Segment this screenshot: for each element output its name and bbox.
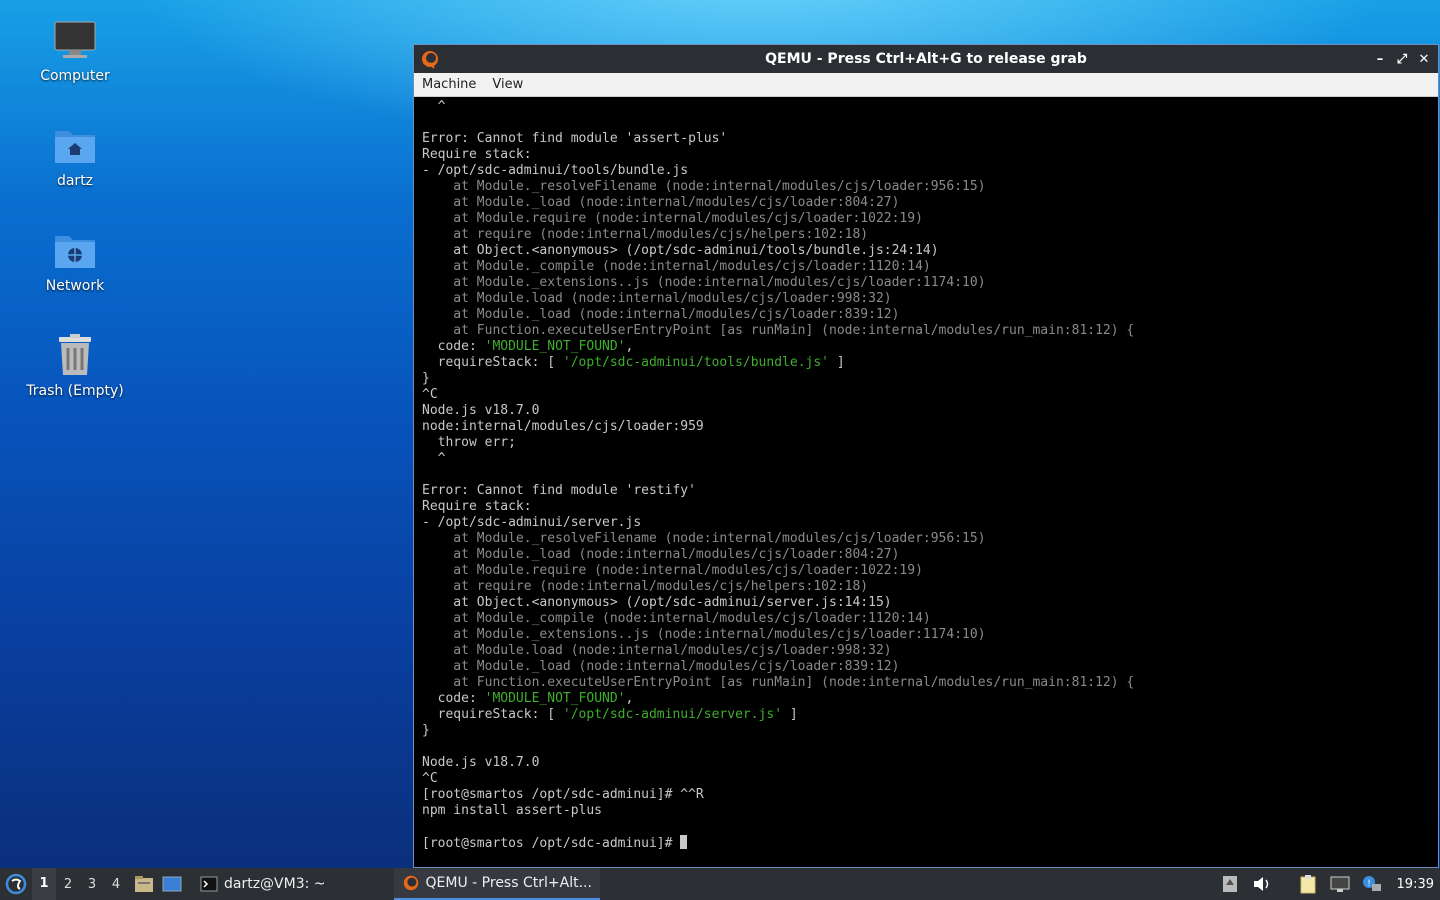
system-tray: ! 19:39: [1219, 873, 1440, 895]
clock[interactable]: 19:39: [1397, 877, 1434, 892]
keyboard-layout-icon[interactable]: [1219, 873, 1241, 895]
menu-view[interactable]: View: [492, 77, 523, 92]
desktop-icon-home[interactable]: dartz: [20, 121, 130, 189]
workspace-2[interactable]: 2: [56, 877, 80, 892]
desktop-icon-network[interactable]: Network: [20, 226, 130, 294]
menu-bar: Machine View: [414, 73, 1438, 97]
terminal-line: at Function.executeUserEntryPoint [as ru…: [422, 675, 1135, 690]
terminal-line: at Module._compile (node:internal/module…: [422, 259, 931, 274]
terminal-line: ^: [422, 99, 446, 114]
terminal-line: at Module.require (node:internal/modules…: [422, 563, 923, 578]
show-desktop-icon[interactable]: [160, 868, 184, 900]
workspace-4[interactable]: 4: [104, 877, 128, 892]
terminal-line: at Module._load (node:internal/modules/c…: [422, 307, 900, 322]
terminal-line: at Module._load (node:internal/modules/c…: [422, 659, 900, 674]
terminal-line: ^C: [422, 771, 438, 786]
terminal-output[interactable]: ^ Error: Cannot find module 'assert-plus'…: [414, 97, 1438, 867]
terminal-line: code: 'MODULE_NOT_FOUND',: [422, 691, 634, 706]
qemu-icon: [420, 49, 440, 69]
clipboard-icon[interactable]: [1297, 873, 1319, 895]
terminal-line: at Module._load (node:internal/modules/c…: [422, 195, 900, 210]
terminal-line: at Module.load (node:internal/modules/cj…: [422, 643, 892, 658]
task-label: QEMU - Press Ctrl+Alt...: [425, 875, 592, 891]
lxqt-logo-icon: [5, 873, 27, 895]
terminal-line: at Module._extensions..js (node:internal…: [422, 627, 986, 642]
start-menu-button[interactable]: [0, 868, 32, 900]
desktop-icon-label: Trash (Empty): [26, 383, 124, 399]
svg-text:!: !: [1367, 879, 1371, 889]
task-qemu[interactable]: QEMU - Press Ctrl+Alt...: [393, 868, 600, 900]
terminal-line: throw err;: [422, 435, 516, 450]
terminal-line: [root@smartos /opt/sdc-adminui]#: [422, 835, 1430, 851]
terminal-line: [root@smartos /opt/sdc-adminui]# ^^R: [422, 787, 704, 802]
terminal-line: }: [422, 723, 430, 738]
terminal-cursor: [680, 835, 688, 849]
workspace-1[interactable]: 1: [32, 868, 56, 900]
task-terminal[interactable]: dartz@VM3: ~: [192, 868, 334, 900]
file-manager-launcher-icon[interactable]: [132, 868, 156, 900]
terminal-line: at require (node:internal/modules/cjs/he…: [422, 579, 869, 594]
terminal-line: Node.js v18.7.0: [422, 755, 540, 770]
terminal-line: at Module.load (node:internal/modules/cj…: [422, 291, 892, 306]
desktop-icon-trash[interactable]: Trash (Empty): [20, 331, 130, 399]
terminal-line: npm install assert-plus: [422, 803, 603, 818]
terminal-icon: [200, 876, 218, 892]
network-folder-icon: [51, 226, 99, 274]
terminal-line: at Module._load (node:internal/modules/c…: [422, 547, 900, 562]
terminal-line: Node.js v18.7.0: [422, 403, 540, 418]
network-status-icon[interactable]: [1329, 873, 1351, 895]
terminal-line: - /opt/sdc-adminui/server.js: [422, 515, 642, 530]
terminal-line: at Module._compile (node:internal/module…: [422, 611, 931, 626]
terminal-line: at Object.<anonymous> (/opt/sdc-adminui/…: [422, 243, 939, 258]
close-button[interactable]: ✕: [1416, 49, 1432, 69]
task-label: dartz@VM3: ~: [224, 876, 326, 892]
terminal-line: at Module._extensions..js (node:internal…: [422, 275, 986, 290]
maximize-button[interactable]: ⤢: [1394, 49, 1410, 69]
minimize-button[interactable]: –: [1372, 49, 1388, 69]
qemu-window[interactable]: QEMU - Press Ctrl+Alt+G to release grab …: [413, 44, 1439, 868]
terminal-line: Require stack:: [422, 147, 532, 162]
terminal-line: at Object.<anonymous> (/opt/sdc-adminui/…: [422, 595, 892, 610]
desktop-icon-computer[interactable]: Computer: [20, 16, 130, 84]
home-folder-icon: [51, 121, 99, 169]
desktop-icon-label: Network: [45, 278, 105, 294]
terminal-line: at Module.require (node:internal/modules…: [422, 211, 923, 226]
terminal-line: code: 'MODULE_NOT_FOUND',: [422, 339, 634, 354]
taskbar: 1 2 3 4 dartz@VM3: ~ QEMU - Press Ctrl+A…: [0, 868, 1440, 900]
trash-icon: [51, 331, 99, 379]
terminal-line: at Module._resolveFilename (node:interna…: [422, 179, 986, 194]
terminal-line: - /opt/sdc-adminui/tools/bundle.js: [422, 163, 689, 178]
terminal-line: requireStack: [ '/opt/sdc-adminui/server…: [422, 707, 798, 722]
qemu-icon: [403, 875, 418, 891]
terminal-line: ^: [422, 451, 446, 466]
computer-icon: [51, 16, 99, 64]
desktop-icon-label: Computer: [40, 68, 110, 84]
terminal-line: }: [422, 371, 430, 386]
workspace-3[interactable]: 3: [80, 877, 104, 892]
terminal-line: at require (node:internal/modules/cjs/he…: [422, 227, 869, 242]
window-title: QEMU - Press Ctrl+Alt+G to release grab: [765, 51, 1087, 67]
terminal-line: Error: Cannot find module 'restify': [422, 483, 696, 498]
notification-icon[interactable]: !: [1361, 873, 1383, 895]
window-titlebar[interactable]: QEMU - Press Ctrl+Alt+G to release grab …: [414, 45, 1438, 73]
desktop-icon-label: dartz: [56, 173, 94, 189]
terminal-line: requireStack: [ '/opt/sdc-adminui/tools/…: [422, 355, 845, 370]
terminal-line: ^C: [422, 387, 438, 402]
terminal-line: at Module._resolveFilename (node:interna…: [422, 531, 986, 546]
terminal-line: node:internal/modules/cjs/loader:959: [422, 419, 704, 434]
volume-icon[interactable]: [1251, 873, 1273, 895]
menu-machine[interactable]: Machine: [422, 77, 476, 92]
terminal-line: Error: Cannot find module 'assert-plus': [422, 131, 728, 146]
terminal-line: Require stack:: [422, 499, 532, 514]
terminal-line: at Function.executeUserEntryPoint [as ru…: [422, 323, 1135, 338]
